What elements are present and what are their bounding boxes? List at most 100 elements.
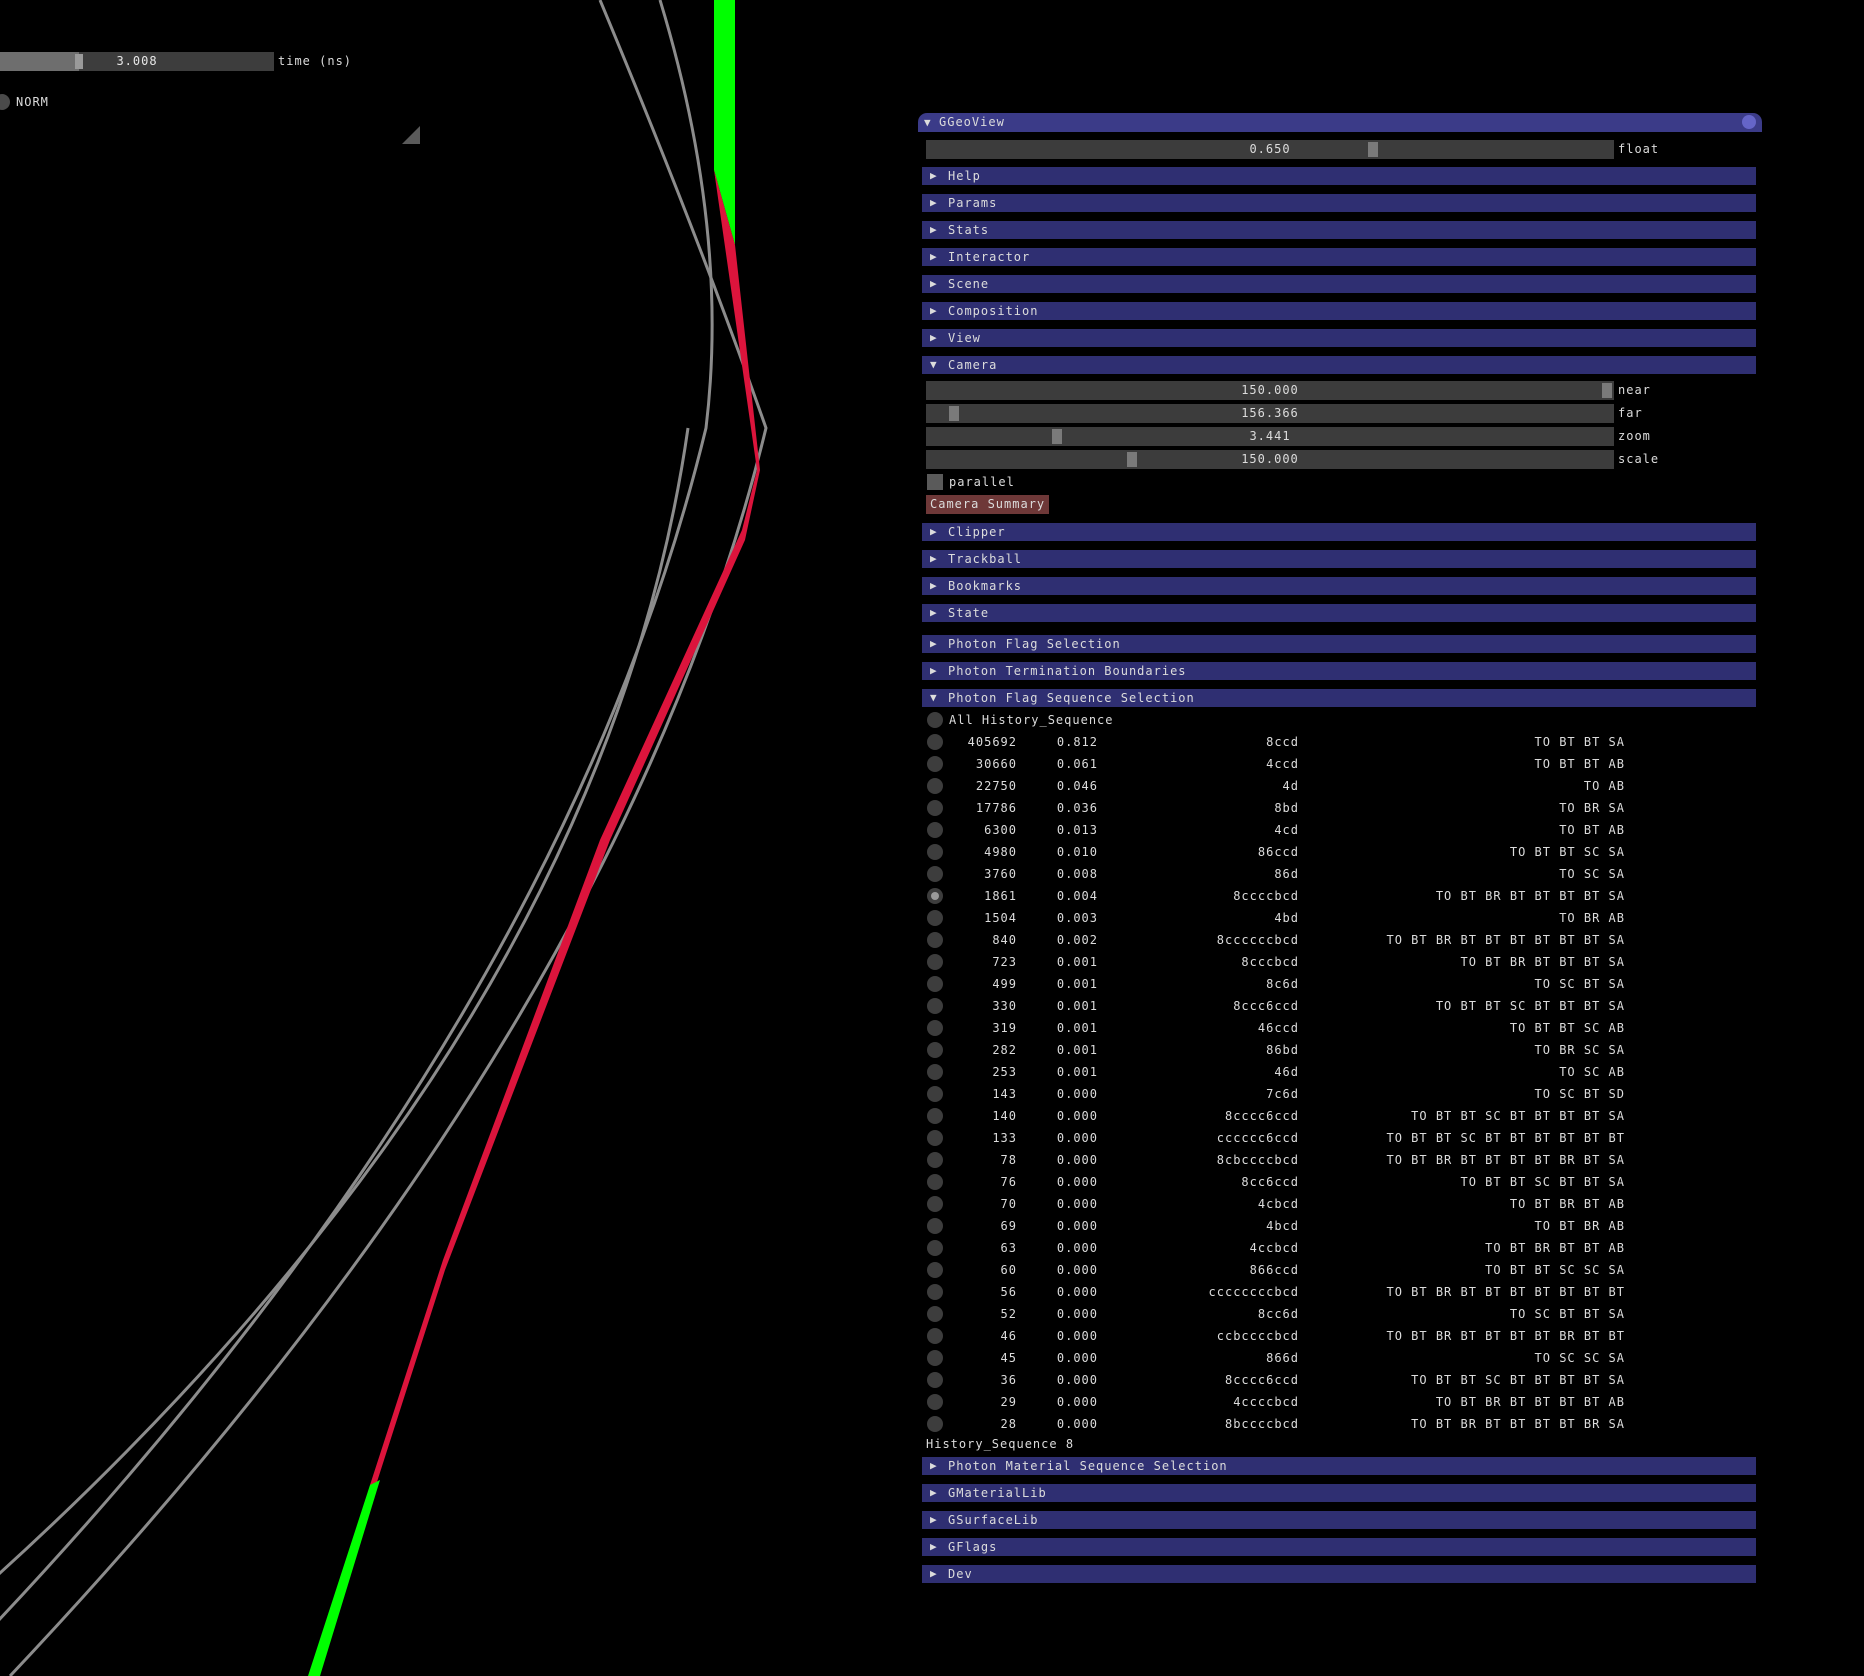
far-slider-label: far: [1618, 406, 1643, 420]
section-header-gsurfacelib[interactable]: ▶ GSurfaceLib: [922, 1511, 1756, 1529]
sequence-fraction: 0.046: [1056, 779, 1098, 793]
section-header-help[interactable]: ▶ Help: [922, 167, 1756, 185]
sequence-code: 86ccd: [1257, 845, 1299, 859]
sequence-count: 3760: [984, 867, 1017, 881]
sequence-code: 8ccccbcd: [1233, 889, 1299, 903]
section-header-stats[interactable]: ▶ Stats: [922, 221, 1756, 239]
sequence-count: 723: [992, 955, 1017, 969]
section-header-gflags[interactable]: ▶ GFlags: [922, 1538, 1756, 1556]
sequence-code: 4ccd: [1266, 757, 1299, 771]
scale-slider-label: scale: [1618, 452, 1660, 466]
section-header-photon-flag-selection[interactable]: ▶ Photon Flag Selection: [922, 635, 1756, 653]
sequence-row: 499 0.001 8c6d TO SC BT SA: [918, 975, 1762, 993]
section-header-composition[interactable]: ▶ Composition: [922, 302, 1756, 320]
sequence-label: TO BT BT SC BT BT BT SA: [1435, 999, 1625, 1013]
all-history-radio[interactable]: [927, 712, 943, 728]
window-title-bar[interactable]: ▼ GGeoView: [918, 113, 1762, 132]
sequence-row: 253 0.001 46d TO SC AB: [918, 1063, 1762, 1081]
sequence-count: 22750: [975, 779, 1017, 793]
window-close-icon[interactable]: [1742, 115, 1756, 129]
sequence-label: TO BT BT SC SA: [1509, 845, 1625, 859]
expand-arrow-icon: ▶: [930, 1459, 937, 1472]
section-label-state: State: [948, 606, 990, 620]
sequence-label: TO BT BT SC AB: [1509, 1021, 1625, 1035]
sequence-row: 60 0.000 866ccd TO BT BT SC SC SA: [918, 1261, 1762, 1279]
section-header-photon-termination-boundaries[interactable]: ▶ Photon Termination Boundaries: [922, 662, 1756, 680]
sequence-fraction: 0.000: [1056, 1285, 1098, 1299]
near-slider-label: near: [1618, 383, 1651, 397]
window-title: GGeoView: [939, 115, 1005, 129]
section-header-gmateriallib[interactable]: ▶ GMaterialLib: [922, 1484, 1756, 1502]
sequence-code: 86bd: [1266, 1043, 1299, 1057]
zoom-slider-value: 3.441: [1249, 429, 1291, 443]
expand-arrow-icon: ▶: [930, 525, 937, 538]
section-header-clipper[interactable]: ▶ Clipper: [922, 523, 1756, 541]
collapse-arrow-icon[interactable]: ▼: [924, 113, 931, 132]
section-label-gsurfacelib: GSurfaceLib: [948, 1513, 1039, 1527]
resize-grip-icon[interactable]: [402, 126, 420, 144]
sequence-code: cccccc6ccd: [1216, 1131, 1299, 1145]
section-label-clipper: Clipper: [948, 525, 1006, 539]
zoom-slider[interactable]: 3.441: [926, 427, 1614, 446]
section-label-scene: Scene: [948, 277, 990, 291]
sequence-row: 52 0.000 8cc6d TO SC BT BT SA: [918, 1305, 1762, 1323]
expand-arrow-icon: ▶: [930, 169, 937, 182]
section-header-view[interactable]: ▶ View: [922, 329, 1756, 347]
sequence-row: 840 0.002 8ccccccbcd TO BT BR BT BT BT BT B…: [918, 931, 1762, 949]
sequence-code: 4bd: [1274, 911, 1299, 925]
expand-arrow-icon: ▶: [930, 1540, 937, 1553]
time-slider[interactable]: 3.008: [0, 52, 274, 71]
sequence-label: TO BT BT SC BT BT BT BT BT BT: [1386, 1131, 1625, 1145]
sequence-row: 70 0.000 4cbcd TO BT BR BT AB: [918, 1195, 1762, 1213]
section-header-dev[interactable]: ▶ Dev: [922, 1565, 1756, 1583]
float-slider-value: 0.650: [1249, 142, 1291, 156]
section-header-trackball[interactable]: ▶ Trackball: [922, 550, 1756, 568]
sequence-fraction: 0.000: [1056, 1197, 1098, 1211]
sequence-label: TO AB: [1583, 779, 1625, 793]
near-slider[interactable]: 150.000: [926, 381, 1614, 400]
sequence-count: 1861: [984, 889, 1017, 903]
section-header-photon-material-sequence-selection[interactable]: ▶ Photon Material Sequence Selection: [922, 1457, 1756, 1475]
sequence-code: 8bccccbcd: [1224, 1417, 1299, 1431]
sequence-row: 4980 0.010 86ccd TO BT BT SC SA: [918, 843, 1762, 861]
sequence-fraction: 0.000: [1056, 1241, 1098, 1255]
section-header-camera[interactable]: ▼ Camera: [922, 356, 1756, 374]
expand-arrow-icon: ▶: [930, 1567, 937, 1580]
sequence-code: 46ccd: [1257, 1021, 1299, 1035]
sequence-row: 63 0.000 4ccbcd TO BT BR BT BT AB: [918, 1239, 1762, 1257]
sequence-count: 36: [1000, 1373, 1017, 1387]
camera-summary-button[interactable]: Camera Summary: [926, 495, 1050, 514]
section-label-view: View: [948, 331, 981, 345]
sequence-count: 840: [992, 933, 1017, 947]
sequence-label: TO BT BR AB: [1534, 1219, 1625, 1233]
sequence-count: 28: [1000, 1417, 1017, 1431]
sequence-label: TO SC BT SD: [1534, 1087, 1625, 1101]
expand-arrow-icon: ▶: [930, 637, 937, 650]
section-header-bookmarks[interactable]: ▶ Bookmarks: [922, 577, 1756, 595]
section-header-state[interactable]: ▶ State: [922, 604, 1756, 622]
sequence-code: 4d: [1282, 779, 1299, 793]
sequence-count: 140: [992, 1109, 1017, 1123]
sequence-count: 143: [992, 1087, 1017, 1101]
sequence-row: 36 0.000 8cccc6ccd TO BT BT SC BT BT BT BT …: [918, 1371, 1762, 1389]
sequence-fraction: 0.000: [1056, 1087, 1098, 1101]
section-label-trackball: Trackball: [948, 552, 1023, 566]
scale-slider[interactable]: 150.000: [926, 450, 1614, 469]
section-label-photon-flag-selection: Photon Flag Selection: [948, 637, 1121, 651]
far-slider[interactable]: 156.366: [926, 404, 1614, 423]
float-slider[interactable]: 0.650: [926, 140, 1614, 159]
photon-track-green-bottom: [308, 1480, 380, 1676]
section-header-photon-flag-sequence-selection[interactable]: ▼ Photon Flag Sequence Selection: [922, 689, 1756, 707]
sequence-label: TO BT BT AB: [1534, 757, 1625, 771]
section-header-params[interactable]: ▶ Params: [922, 194, 1756, 212]
section-header-scene[interactable]: ▶ Scene: [922, 275, 1756, 293]
sequence-code: 4cd: [1274, 823, 1299, 837]
sequence-row: 3760 0.008 86d TO SC SA: [918, 865, 1762, 883]
sequence-row: 330 0.001 8ccc6ccd TO BT BT SC BT BT BT SA: [918, 997, 1762, 1015]
parallel-checkbox[interactable]: [927, 474, 943, 490]
section-header-interactor[interactable]: ▶ Interactor: [922, 248, 1756, 266]
collapse-arrow-icon: ▼: [930, 691, 937, 704]
sequence-count: 319: [992, 1021, 1017, 1035]
expand-arrow-icon: ▶: [930, 552, 937, 565]
sequence-label: TO BT BR BT BT BT BT AB: [1435, 1395, 1625, 1409]
